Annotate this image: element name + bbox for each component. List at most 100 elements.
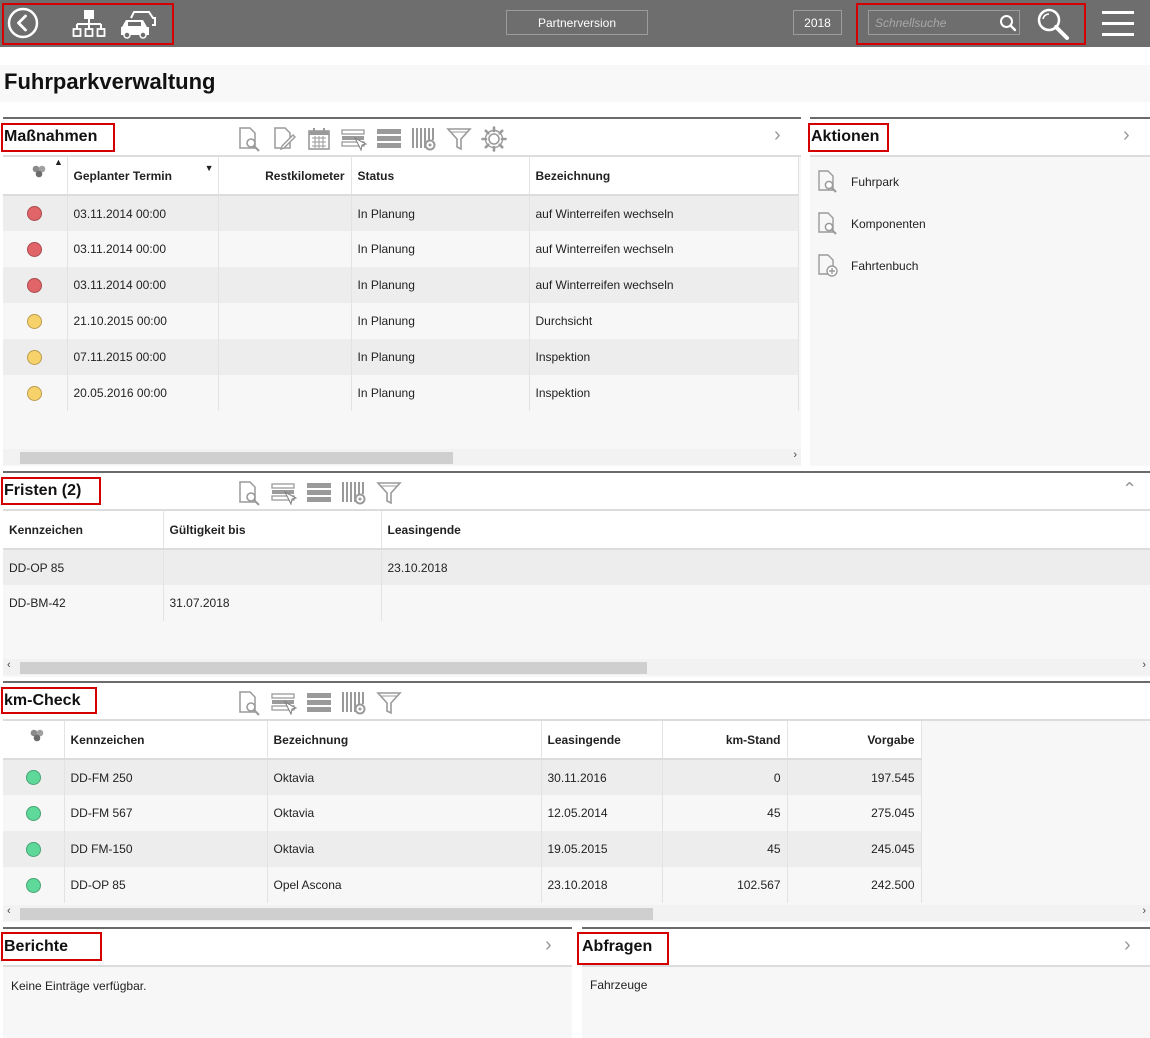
table-row[interactable]: 07.11.2015 00:00 In Planung Inspektion (3, 339, 799, 375)
table-row[interactable]: 03.11.2014 00:00 In Planung auf Winterreif… (3, 231, 799, 267)
status-cell (3, 795, 65, 831)
berichte-top-rule (3, 927, 572, 929)
column-header-kennzeichen[interactable]: Kennzeichen (3, 511, 164, 550)
table-row[interactable]: 03.11.2014 00:00 In Planung auf Winterreif… (3, 195, 799, 231)
abfragen-title: Abfragen (582, 938, 653, 955)
column-header-vorgabe[interactable]: Vorgabe (787, 721, 922, 760)
termin-cell: 03.11.2014 00:00 (67, 267, 219, 303)
quick-search-input[interactable] (875, 14, 993, 32)
status-column-header[interactable] (3, 721, 65, 760)
column-header-kennzeichen[interactable]: Kennzeichen (64, 721, 268, 760)
action-label: Komponenten (851, 217, 926, 231)
massnahmen-expand-chevron-icon[interactable]: › (774, 124, 781, 147)
status-dot-icon (27, 349, 43, 365)
scroll-left-icon[interactable]: ‹ (7, 905, 11, 917)
search-icon[interactable] (999, 14, 1017, 32)
settings-gear-icon[interactable] (481, 126, 507, 152)
view-record-icon[interactable] (236, 126, 262, 152)
column-header-status[interactable]: Status (351, 157, 530, 196)
bezeichnung-cell: Inspektion (529, 339, 799, 375)
column-header-termin[interactable]: Geplanter Termin ▼ (67, 157, 219, 196)
filter-icon[interactable] (376, 480, 402, 506)
edit-record-icon[interactable] (271, 126, 297, 152)
bezeichnung-cell: auf Winterreifen wechseln (529, 267, 799, 303)
scroll-right-icon[interactable]: › (1142, 905, 1146, 917)
org-chart-icon[interactable] (72, 8, 106, 40)
berichte-expand-chevron-icon[interactable]: › (545, 934, 552, 957)
table-row[interactable]: DD-BM-42 31.07.2018 (3, 585, 1150, 621)
scrollbar-thumb[interactable] (20, 908, 653, 920)
filter-icon[interactable] (446, 126, 472, 152)
aktionen-expand-chevron-icon[interactable]: › (1123, 124, 1130, 147)
column-header-bezeichnung[interactable]: Bezeichnung (529, 157, 799, 196)
advanced-search-icon[interactable] (1033, 6, 1071, 42)
table-row[interactable]: 03.11.2014 00:00 In Planung auf Winterreif… (3, 267, 799, 303)
column-settings-icon[interactable] (341, 690, 367, 716)
table-row[interactable]: DD FM-150 Oktavia 19.05.2015 45 245.045 (3, 831, 922, 867)
list-view-icon[interactable] (376, 126, 402, 152)
abfragen-item-fahrzeuge[interactable]: Fahrzeuge (590, 978, 647, 992)
aktionen-top-rule (810, 117, 1150, 119)
column-settings-icon[interactable] (341, 480, 367, 506)
scrollbar-thumb[interactable] (20, 452, 453, 464)
column-settings-icon[interactable] (411, 126, 437, 152)
table-row[interactable]: 20.05.2016 00:00 In Planung Inspektion (3, 375, 799, 411)
action-fuhrpark[interactable]: Fuhrpark (817, 170, 899, 194)
select-rows-icon[interactable] (271, 480, 297, 506)
year-selector[interactable]: 2018 (793, 10, 842, 35)
kennzeichen-cell: DD-BM-42 (3, 585, 164, 621)
scroll-right-icon[interactable]: › (1142, 659, 1146, 671)
column-header-km-stand[interactable]: km-Stand (662, 721, 788, 760)
column-header-bezeichnung[interactable]: Bezeichnung (267, 721, 542, 760)
column-header-leasingende[interactable]: Leasingende (541, 721, 663, 760)
status-column-header[interactable]: ▲ (3, 157, 68, 196)
column-header-gueltigkeit[interactable]: Gültigkeit bis (163, 511, 382, 550)
view-record-icon[interactable] (236, 690, 262, 716)
select-rows-icon[interactable] (271, 690, 297, 716)
abfragen-expand-chevron-icon[interactable]: › (1124, 934, 1131, 957)
fleet-cars-icon[interactable] (119, 8, 157, 40)
table-row[interactable]: DD-OP 85 Opel Ascona 23.10.2018 102.567 242.… (3, 867, 922, 903)
list-view-icon[interactable] (306, 690, 332, 716)
fristen-collapse-chevron-icon[interactable]: ⌃ (1122, 479, 1137, 500)
scroll-left-icon[interactable]: ‹ (7, 659, 11, 671)
action-komponenten[interactable]: Komponenten (817, 212, 926, 236)
action-fahrtenbuch[interactable]: Fahrtenbuch (817, 254, 918, 278)
restkilometer-cell (218, 339, 352, 375)
vorgabe-cell: 275.045 (787, 795, 922, 831)
berichte-separator (3, 965, 572, 967)
status-cell (3, 759, 65, 795)
filter-icon[interactable] (376, 690, 402, 716)
table-row[interactable]: DD-FM 567 Oktavia 12.05.2014 45 275.045 (3, 795, 922, 831)
kmcheck-toolbar (236, 688, 402, 718)
status-cell (3, 339, 68, 375)
table-row[interactable]: 21.10.2015 00:00 In Planung Durchsicht (3, 303, 799, 339)
view-record-icon[interactable] (236, 480, 262, 506)
kennzeichen-cell: DD-OP 85 (64, 867, 268, 903)
table-row[interactable]: DD-OP 85 23.10.2018 (3, 549, 1150, 585)
status-dot-icon (27, 277, 43, 293)
aktionen-body (810, 156, 1150, 466)
action-label: Fuhrpark (851, 175, 900, 189)
km-stand-cell: 0 (662, 759, 788, 795)
gueltigkeit-cell (163, 549, 382, 585)
column-header-leasingende[interactable]: Leasingende (381, 511, 1150, 550)
calendar-icon[interactable] (306, 126, 332, 152)
hamburger-menu-icon[interactable] (1100, 8, 1136, 38)
kmcheck-horizontal-scrollbar[interactable]: ‹ › (3, 905, 1150, 921)
table-row[interactable]: DD-FM 250 Oktavia 30.11.2016 0 197.545 (3, 759, 922, 795)
scroll-right-icon[interactable]: › (793, 449, 797, 461)
restkilometer-cell (218, 231, 352, 267)
abfragen-separator (582, 965, 1150, 967)
partner-version-button[interactable]: Partnerversion (506, 10, 648, 35)
select-rows-icon[interactable] (341, 126, 367, 152)
list-view-icon[interactable] (306, 480, 332, 506)
traffic-light-icon (32, 165, 46, 178)
column-header-restkilometer[interactable]: Restkilometer (218, 157, 352, 196)
abfragen-top-rule (582, 927, 1150, 929)
fristen-horizontal-scrollbar[interactable]: ‹ › (3, 659, 1150, 675)
massnahmen-horizontal-scrollbar[interactable]: › (3, 449, 801, 465)
sort-asc-icon: ▲ (54, 157, 63, 167)
scrollbar-thumb[interactable] (20, 662, 647, 674)
back-icon[interactable] (7, 7, 39, 39)
